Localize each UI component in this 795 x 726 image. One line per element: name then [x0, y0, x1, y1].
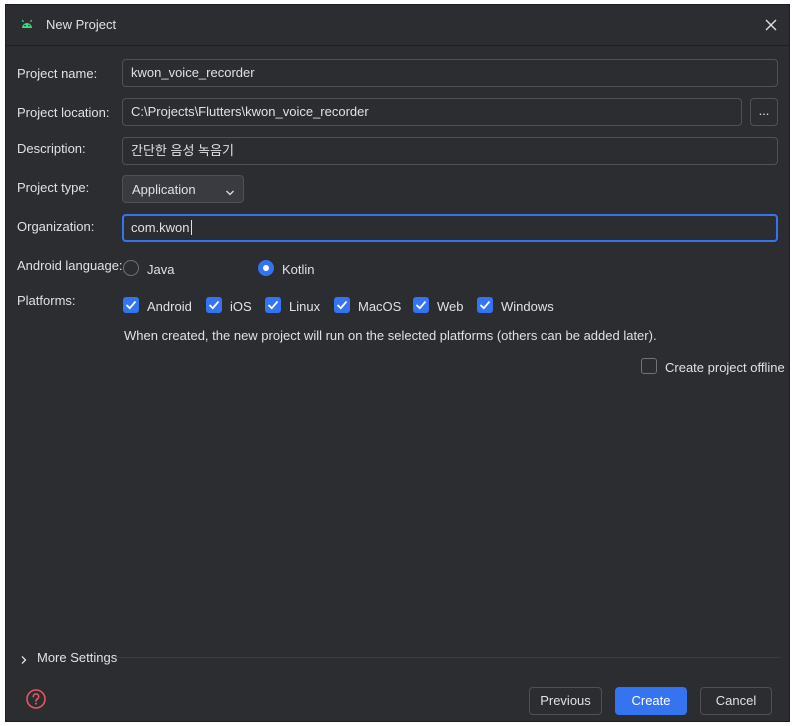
project-name-label: Project name:: [17, 66, 98, 81]
android-icon: [20, 17, 34, 31]
checkbox-web[interactable]: [413, 297, 429, 313]
radio-java-label: Java: [147, 262, 175, 277]
checkbox-android-label: Android: [147, 299, 192, 314]
checkbox-windows[interactable]: [477, 297, 493, 313]
checkmark-icon: [336, 300, 348, 310]
checkmark-icon: [479, 300, 491, 310]
radio-java[interactable]: [123, 260, 139, 276]
text-caret: [190, 220, 192, 235]
checkbox-linux[interactable]: [265, 297, 281, 313]
more-settings-separator: [116, 657, 781, 658]
create-offline-label: Create project offline: [665, 360, 785, 375]
checkbox-macos-label: MacOS: [358, 299, 402, 314]
description-label: Description:: [17, 141, 86, 156]
project-type-label: Project type:: [17, 180, 90, 195]
previous-button[interactable]: Previous: [529, 687, 602, 715]
close-icon[interactable]: [761, 15, 781, 35]
project-location-label: Project location:: [17, 105, 110, 120]
checkmark-icon: [415, 300, 427, 310]
organization-field[interactable]: com.kwon: [122, 214, 778, 242]
android-language-label: Android language:: [17, 258, 123, 273]
checkbox-create-offline[interactable]: [641, 358, 657, 374]
radio-kotlin-label: Kotlin: [282, 262, 315, 277]
browse-button[interactable]: ...: [750, 98, 778, 126]
project-name-field[interactable]: kwon_voice_recorder: [122, 59, 778, 87]
create-button[interactable]: Create: [615, 687, 687, 715]
checkbox-ios[interactable]: [206, 297, 222, 313]
title-bar: New Project: [6, 5, 789, 45]
checkbox-windows-label: Windows: [501, 299, 554, 314]
checkbox-macos[interactable]: [334, 297, 350, 313]
cancel-button[interactable]: Cancel: [700, 687, 772, 715]
organization-value: com.kwon: [131, 220, 190, 235]
project-location-field[interactable]: C:\Projects\Flutters\kwon_voice_recorder: [122, 98, 742, 126]
platforms-hint: When created, the new project will run o…: [124, 328, 657, 343]
title-separator: [6, 45, 789, 46]
checkbox-linux-label: Linux: [289, 299, 321, 314]
checkmark-icon: [125, 300, 137, 310]
description-field[interactable]: 간단한 음성 녹음기: [122, 137, 778, 165]
checkmark-icon: [208, 300, 220, 310]
organization-label: Organization:: [17, 219, 95, 234]
dialog-title: New Project: [46, 17, 117, 32]
project-type-value: Application: [132, 182, 196, 197]
help-icon[interactable]: [25, 688, 47, 710]
chevron-right-icon: [20, 653, 28, 664]
checkbox-ios-label: iOS: [230, 299, 252, 314]
new-project-dialog: New Project Project name: kwon_voice_rec…: [5, 4, 790, 722]
platforms-label: Platforms:: [17, 293, 76, 308]
checkbox-android[interactable]: [123, 297, 139, 313]
checkbox-web-label: Web: [437, 299, 464, 314]
more-settings-label: More Settings: [37, 650, 118, 665]
project-type-dropdown[interactable]: Application: [122, 175, 244, 203]
radio-kotlin[interactable]: [258, 260, 274, 276]
checkmark-icon: [267, 300, 279, 310]
chevron-down-icon: [225, 185, 235, 196]
